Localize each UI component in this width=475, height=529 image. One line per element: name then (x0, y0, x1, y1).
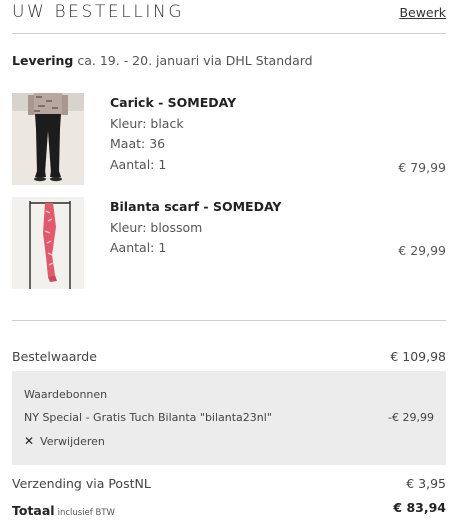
voucher-box: Waardebonnen NY Special - Gratis Tuch Bi… (12, 371, 446, 465)
edit-link[interactable]: Bewerk (399, 5, 446, 20)
shipping-row: Verzending via PostNL € 3,95 (12, 476, 446, 491)
voucher-title: Waardebonnen (24, 388, 108, 401)
delivery-label: Levering (12, 53, 74, 68)
remove-voucher-button[interactable]: ✕ Verwijderen (24, 434, 105, 448)
delivery-text: ca. 19. - 20. januari via DHL Standard (77, 53, 313, 68)
item-name[interactable]: Bilanta scarf - SOMEDAY (110, 197, 281, 218)
voucher-description: NY Special - Gratis Tuch Bilanta "bilant… (24, 411, 272, 424)
item-name[interactable]: Carick - SOMEDAY (110, 93, 236, 114)
item-size: Maat: 36 (110, 136, 166, 151)
subtotal-value: € 109,98 (390, 349, 446, 364)
shipping-label: Verzending via PostNL (12, 476, 151, 491)
shipping-value: € 3,95 (406, 476, 446, 491)
voucher-amount: -€ 29,99 (388, 411, 434, 424)
item-info: Bilanta scarf - SOMEDAY Kleur: blossom A… (110, 197, 281, 259)
remove-voucher-label: Verwijderen (40, 435, 105, 448)
order-header: UW BESTELLING Bewerk (12, 0, 446, 34)
total-tax-note: inclusief BTW (57, 508, 115, 518)
item-info: Carick - SOMEDAY Kleur: black Maat: 36 A… (110, 93, 236, 175)
item-price: € 79,99 (398, 160, 446, 175)
total-label: Totaal (12, 503, 55, 518)
item-quantity: Aantal: 1 (110, 156, 167, 172)
total-value: € 83,94 (393, 500, 446, 515)
cart-item: Carick - SOMEDAY Kleur: black Maat: 36 A… (12, 93, 446, 185)
item-color: Kleur: black (110, 115, 184, 131)
item-color: Kleur: blossom (110, 219, 203, 235)
product-image-scarf[interactable] (12, 197, 84, 289)
delivery-info: Levering ca. 19. - 20. januari via DHL S… (12, 53, 313, 68)
divider (12, 320, 446, 321)
page-title: UW BESTELLING (12, 2, 185, 22)
subtotal-label: Bestelwaarde (12, 349, 97, 364)
item-quantity: Aantal: 1 (110, 240, 167, 255)
product-image-pants[interactable] (12, 93, 84, 185)
cart-item: Bilanta scarf - SOMEDAY Kleur: blossom A… (12, 197, 446, 289)
total-row: Totaal inclusief BTW € 83,94 (12, 500, 446, 519)
close-icon: ✕ (24, 434, 35, 448)
subtotal-row: Bestelwaarde € 109,98 (12, 349, 446, 364)
item-price: € 29,99 (398, 243, 446, 258)
